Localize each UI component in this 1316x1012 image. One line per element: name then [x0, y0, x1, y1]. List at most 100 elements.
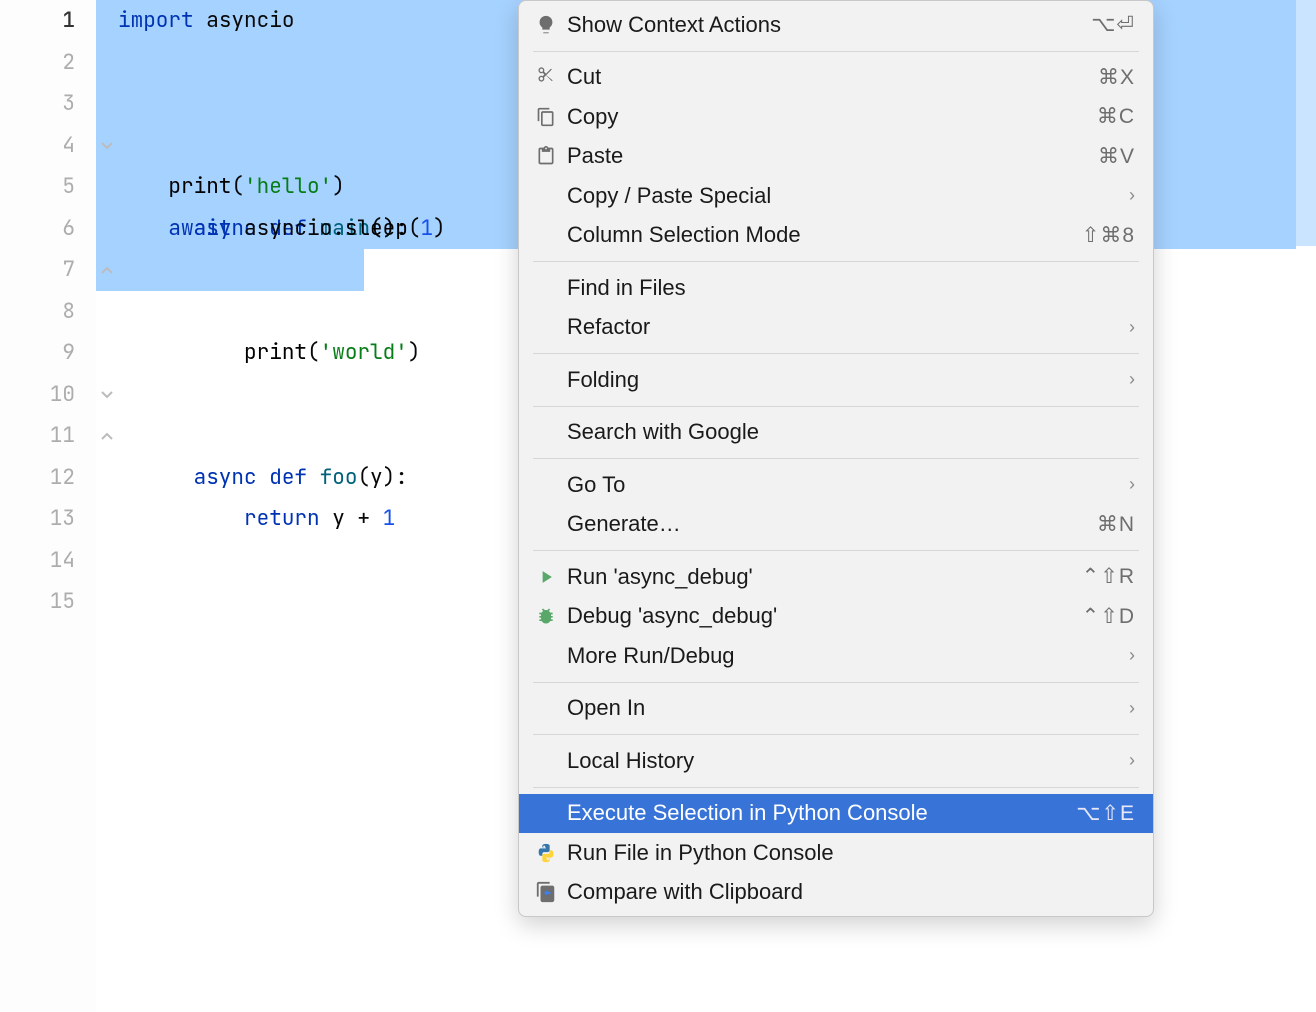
fold-collapse-icon[interactable] — [100, 388, 114, 402]
menu-item-label: Generate… — [567, 511, 1097, 537]
chevron-right-icon: › — [1129, 369, 1135, 390]
blank-icon — [533, 183, 559, 209]
module-name: asyncio — [206, 7, 294, 34]
menu-item-execute-selection-in-python-console[interactable]: Execute Selection in Python Console⌥⇧E — [519, 794, 1153, 834]
menu-item-label: Open In — [567, 695, 1121, 721]
gutter-line-number[interactable]: 5 — [0, 166, 75, 208]
number-literal: 1 — [420, 215, 433, 242]
menu-shortcut: ⌘V — [1098, 144, 1135, 169]
paste-icon — [533, 143, 559, 169]
string-literal: 'hello' — [244, 173, 332, 200]
menu-item-copy[interactable]: Copy⌘C — [519, 97, 1153, 137]
menu-item-label: Copy / Paste Special — [567, 183, 1121, 209]
keyword-return: return — [244, 505, 320, 532]
fold-expand-icon[interactable] — [100, 429, 114, 443]
menu-item-label: Copy — [567, 104, 1097, 130]
menu-shortcut: ⌥⏎ — [1091, 12, 1135, 37]
menu-item-go-to[interactable]: Go To› — [519, 465, 1153, 505]
gutter-line-number[interactable]: 9 — [0, 332, 75, 374]
debug-icon — [533, 603, 559, 629]
chevron-right-icon: › — [1129, 698, 1135, 719]
menu-item-label: Execute Selection in Python Console — [567, 800, 1076, 826]
blank-icon — [533, 643, 559, 669]
menu-item-cut[interactable]: Cut⌘X — [519, 58, 1153, 98]
gutter-line-number[interactable]: 2 — [0, 42, 75, 84]
run-icon — [533, 564, 559, 590]
blank-icon — [533, 695, 559, 721]
menu-separator — [533, 406, 1139, 407]
menu-separator — [533, 261, 1139, 262]
menu-item-paste[interactable]: Paste⌘V — [519, 137, 1153, 177]
chevron-right-icon: › — [1129, 645, 1135, 666]
menu-item-label: Go To — [567, 472, 1121, 498]
menu-item-find-in-files[interactable]: Find in Files — [519, 268, 1153, 308]
menu-item-debug-async-debug[interactable]: Debug 'async_debug'⌃⇧D — [519, 597, 1153, 637]
keyword-import: import — [118, 7, 194, 34]
gutter-line-number[interactable]: 10 — [0, 374, 75, 416]
menu-item-refactor[interactable]: Refactor › — [519, 308, 1153, 348]
scrollbar-track[interactable] — [1236, 0, 1316, 1012]
menu-item-label: Local History — [567, 748, 1121, 774]
blank-icon — [533, 367, 559, 393]
blank-icon — [533, 314, 559, 340]
chevron-right-icon: › — [1129, 750, 1135, 771]
menu-shortcut: ⇧⌘8 — [1082, 223, 1135, 248]
function-call: print — [168, 173, 231, 200]
menu-item-open-in[interactable]: Open In › — [519, 689, 1153, 729]
gutter-line-number[interactable]: 4 — [0, 125, 75, 167]
menu-item-folding[interactable]: Folding› — [519, 360, 1153, 400]
menu-item-column-selection-mode[interactable]: Column Selection Mode⇧⌘8 — [519, 216, 1153, 256]
menu-shortcut: ⌥⇧E — [1076, 801, 1135, 826]
chevron-right-icon: › — [1129, 317, 1135, 338]
gutter-line-number[interactable]: 14 — [0, 540, 75, 582]
scrollbar-selection-marker — [1238, 0, 1316, 246]
fold-expand-icon[interactable] — [100, 263, 114, 277]
fold-collapse-icon[interactable] — [100, 139, 114, 153]
gutter-line-number[interactable]: 12 — [0, 457, 75, 499]
menu-shortcut: ⌃⇧R — [1082, 564, 1135, 589]
number-literal: 1 — [383, 505, 396, 532]
menu-item-compare-with-clipboard[interactable]: Compare with Clipboard — [519, 873, 1153, 913]
blank-icon — [533, 800, 559, 826]
blank-icon — [533, 275, 559, 301]
menu-separator — [533, 353, 1139, 354]
blank-icon — [533, 511, 559, 537]
cut-icon — [533, 64, 559, 90]
menu-separator — [533, 787, 1139, 788]
menu-item-label: Cut — [567, 64, 1098, 90]
menu-item-label: Run 'async_debug' — [567, 564, 1082, 590]
menu-item-label: Refactor — [567, 314, 1121, 340]
menu-item-label: Compare with Clipboard — [567, 879, 1135, 905]
string-literal: 'world' — [320, 339, 408, 366]
menu-item-local-history[interactable]: Local History › — [519, 741, 1153, 781]
gutter-line-number[interactable]: 13 — [0, 498, 75, 540]
menu-shortcut: ⌘N — [1097, 512, 1135, 537]
menu-item-copy-paste-special[interactable]: Copy / Paste Special› — [519, 176, 1153, 216]
menu-separator — [533, 682, 1139, 683]
menu-separator — [533, 734, 1139, 735]
gutter-line-number[interactable]: 7 — [0, 249, 75, 291]
menu-item-show-context-actions[interactable]: Show Context Actions⌥⏎ — [519, 5, 1153, 45]
gutter-line-number[interactable]: 11 — [0, 415, 75, 457]
menu-separator — [533, 550, 1139, 551]
menu-item-label: Search with Google — [567, 419, 1135, 445]
gutter-line-number[interactable]: 6 — [0, 208, 75, 250]
blank-icon — [533, 748, 559, 774]
context-menu: Show Context Actions⌥⏎ Cut⌘XCopy⌘CPaste⌘V… — [518, 0, 1154, 917]
gutter-line-number[interactable]: 8 — [0, 291, 75, 333]
gutter-line-number[interactable]: 15 — [0, 581, 75, 623]
menu-item-more-run-debug[interactable]: More Run/Debug › — [519, 636, 1153, 676]
blank-icon — [533, 222, 559, 248]
menu-separator — [533, 458, 1139, 459]
menu-item-run-async-debug[interactable]: Run 'async_debug'⌃⇧R — [519, 557, 1153, 597]
menu-item-label: Debug 'async_debug' — [567, 603, 1082, 629]
gutter-line-number[interactable]: 1 — [0, 0, 75, 42]
menu-item-run-file-in-python-console[interactable]: Run File in Python Console — [519, 833, 1153, 873]
menu-item-label: More Run/Debug — [567, 643, 1121, 669]
copy-icon — [533, 104, 559, 130]
gutter-line-number[interactable]: 3 — [0, 83, 75, 125]
menu-item-label: Show Context Actions — [567, 12, 1091, 38]
menu-item-search-with-google[interactable]: Search with Google — [519, 413, 1153, 453]
lightbulb-icon — [533, 12, 559, 38]
menu-item-generate[interactable]: Generate…⌘N — [519, 505, 1153, 545]
